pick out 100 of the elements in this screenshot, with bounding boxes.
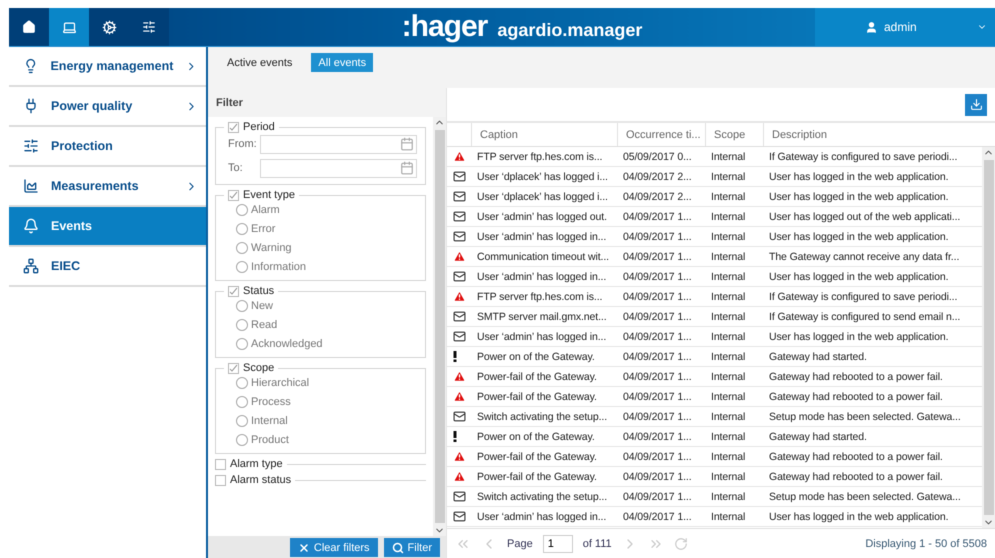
nav-button[interactable]: [89, 8, 129, 46]
refresh-icon[interactable]: [674, 536, 688, 550]
group-label: Event type: [243, 189, 295, 201]
radio-button[interactable]: [236, 434, 248, 446]
radio-button[interactable]: [236, 376, 248, 388]
table-cell-text: Internal: [710, 210, 746, 222]
radio-button[interactable]: [236, 204, 248, 216]
table-cell-text: User ‘admin’ has logged in...: [476, 270, 608, 282]
date-field[interactable]: [260, 158, 417, 178]
column-header[interactable]: Scope: [705, 123, 763, 146]
column-header[interactable]: Caption: [471, 123, 617, 146]
warning-icon: [453, 150, 466, 163]
option-label: Internal: [251, 414, 288, 426]
close-icon: [298, 542, 310, 554]
scrollbar[interactable]: [433, 117, 446, 536]
table-cell-text: Power-fail of the Gateway.: [476, 450, 598, 462]
filter-button[interactable]: Filter: [384, 538, 440, 557]
warning-icon: [453, 450, 466, 463]
radio-button[interactable]: [236, 318, 248, 330]
sidebar-item[interactable]: Events: [9, 207, 206, 247]
checkbox[interactable]: [228, 190, 239, 200]
option-label: New: [251, 300, 274, 312]
table-cell-text: Internal: [710, 250, 746, 262]
table-cell-text: User ‘admin’ has logged in...: [476, 510, 608, 522]
hierarchy-icon: [23, 258, 39, 274]
table-cell-text: Gateway had rebooted to a power fail.: [768, 390, 944, 402]
product-name: agardio.manager: [497, 20, 642, 40]
envelope-icon: [453, 230, 466, 243]
table-cell-text: Internal: [710, 270, 746, 282]
tab[interactable]: Active events: [220, 53, 300, 72]
table-cell-text: Power-fail of the Gateway.: [476, 390, 598, 402]
page-input[interactable]: 1: [542, 534, 573, 552]
user-icon: [865, 20, 878, 34]
checkbox[interactable]: [228, 362, 239, 374]
table-cell-text: 04/09/2017 1...: [622, 350, 693, 362]
radio-button[interactable]: [236, 396, 248, 408]
radio-button[interactable]: [236, 414, 248, 426]
nav-button[interactable]: [129, 8, 169, 46]
table-cell-text: Power on of the Gateway.: [476, 430, 596, 442]
radio-button[interactable]: [236, 222, 248, 234]
checkbox[interactable]: [228, 122, 239, 132]
table-cell-text: User has logged in the web application.: [768, 230, 950, 242]
tab[interactable]: All events: [311, 53, 374, 72]
table-cell-text: Gateway had started.: [768, 430, 868, 442]
date-field[interactable]: [260, 134, 417, 154]
page-count: of 111: [582, 538, 612, 550]
table-cell-text: Internal: [710, 510, 746, 522]
option-label: Information: [251, 260, 306, 272]
table-cell-text: User has logged in the web application.: [768, 190, 950, 202]
column-header[interactable]: Description: [763, 123, 995, 146]
checkbox[interactable]: [215, 474, 226, 486]
table-cell-text: The Gateway cannot receive any data fr...: [768, 250, 960, 262]
radio-button[interactable]: [236, 242, 248, 254]
export-icon: [970, 98, 982, 111]
checkbox[interactable]: [228, 286, 239, 296]
table-cell-text: Internal: [710, 450, 746, 462]
table-cell-text: Internal: [710, 350, 746, 362]
clear-filters-button[interactable]: Clear filters: [290, 538, 378, 557]
checkbox[interactable]: [215, 458, 226, 470]
table-cell-text: Internal: [710, 490, 746, 502]
table-cell-text: If Gateway is configured to save periodi...: [768, 150, 958, 162]
table-cell-text: User ‘admin’ has logged in...: [476, 330, 608, 342]
table-cell-text: User has logged out of the web applicati...: [768, 210, 962, 222]
radio-button[interactable]: [236, 300, 248, 312]
home-icon: [22, 20, 36, 34]
envelope-icon: [453, 510, 466, 523]
table-cell-text: 04/09/2017 1...: [622, 210, 693, 222]
table-cell-text: Internal: [710, 470, 746, 482]
envelope-icon: [453, 270, 466, 283]
column-header[interactable]: Occurrence ti...: [617, 123, 705, 146]
scrollbar[interactable]: [982, 147, 995, 528]
option-label: Hierarchical: [251, 376, 310, 388]
warning-icon: [453, 290, 466, 303]
user-menu[interactable]: admin: [815, 8, 995, 46]
display-count: Displaying 1 - 50 of 5508: [865, 538, 987, 550]
table-cell-text: SMTP server mail.gmx.net...: [476, 310, 608, 322]
table-cell-text: Internal: [710, 170, 746, 182]
table-cell-text: If Gateway is configured to save periodi...: [768, 290, 958, 302]
envelope-icon: [453, 210, 466, 223]
table-cell-text: 04/09/2017 1...: [622, 230, 693, 242]
logo: :hager: [402, 10, 488, 44]
field-label: To:: [228, 162, 244, 174]
radio-button[interactable]: [236, 338, 248, 350]
envelope-icon: [453, 490, 466, 503]
table-cell-text: Internal: [710, 430, 746, 442]
table-cell-text: User has logged in the web application.: [768, 270, 950, 282]
group-label: Scope: [243, 362, 274, 374]
table-cell-text: Internal: [710, 370, 746, 382]
area-chart-icon: [23, 178, 39, 194]
table-cell-text: 04/09/2017 1...: [622, 410, 693, 422]
laptop-icon: [62, 20, 76, 34]
export-button[interactable]: [965, 94, 987, 116]
table-cell-text: Power-fail of the Gateway.: [476, 370, 598, 382]
table-cell-text: 04/09/2017 1...: [622, 370, 693, 382]
table-cell-text: 04/09/2017 1...: [622, 290, 693, 302]
option-label: Warning: [251, 242, 292, 254]
radio-button[interactable]: [236, 260, 248, 272]
table-cell-text: Communication timeout wit...: [476, 250, 610, 262]
table-cell-text: User ‘admin’ has logged out.: [476, 210, 608, 222]
group-label: Alarm status: [230, 474, 292, 486]
